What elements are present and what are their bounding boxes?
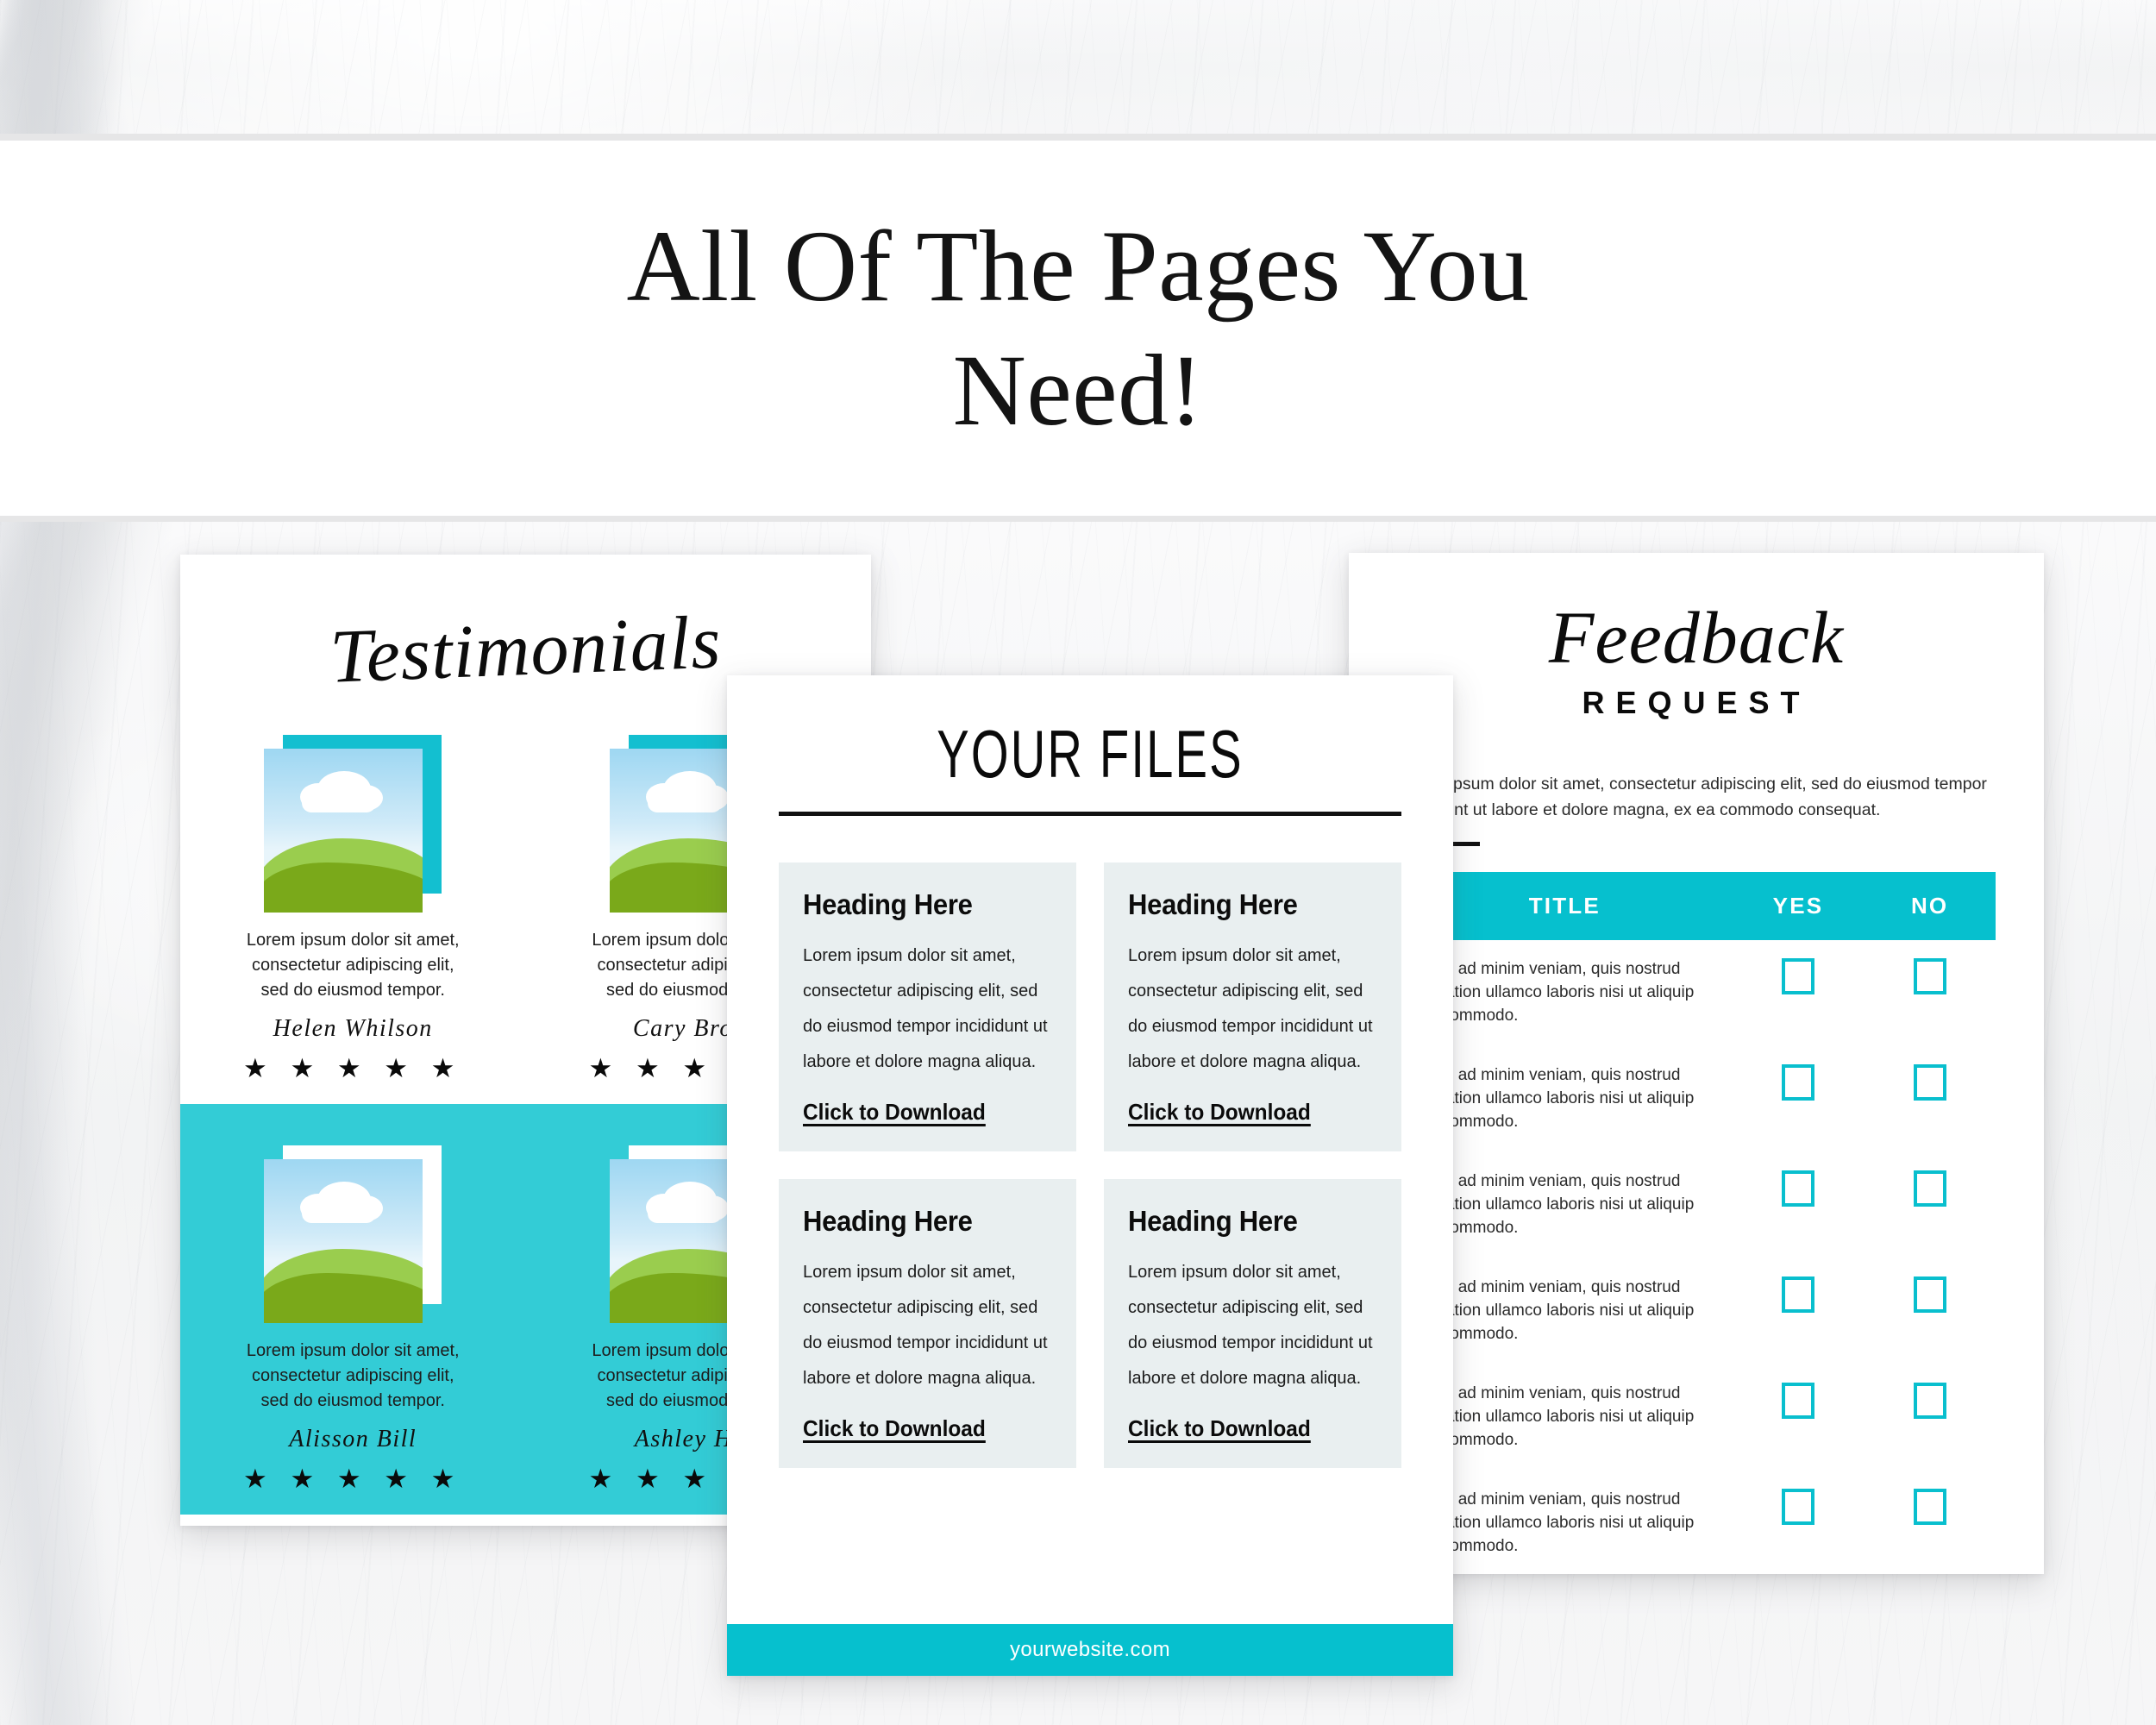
checkbox-yes[interactable] — [1781, 1383, 1814, 1420]
checkbox-yes[interactable] — [1781, 1170, 1814, 1208]
your-files-page[interactable]: YOUR FILES Heading Here Lorem ipsum dolo… — [727, 675, 1453, 1676]
title-section: All Of The Pages You Need! — [0, 141, 2156, 516]
file-card[interactable]: Heading Here Lorem ipsum dolor sit amet,… — [1104, 1179, 1401, 1468]
cell-no[interactable] — [1864, 940, 1996, 1046]
download-link[interactable]: Click to Download — [1128, 1099, 1311, 1126]
divider-top — [0, 134, 2156, 141]
checkbox-no[interactable] — [1913, 1383, 1946, 1420]
column-header-yes: YES — [1772, 893, 1824, 919]
page-title-line-1: All Of The Pages You — [626, 209, 1530, 323]
page-title-line-2: Need! — [952, 333, 1204, 447]
file-card[interactable]: Heading Here Lorem ipsum dolor sit amet,… — [779, 862, 1076, 1151]
checkbox-no[interactable] — [1913, 958, 1946, 995]
cell-yes[interactable] — [1733, 1258, 1865, 1364]
files-grid: Heading Here Lorem ipsum dolor sit amet,… — [779, 862, 1401, 1468]
feedback-intro-paragraph: Lorem ipsum dolor sit amet, consectetur … — [1397, 775, 1987, 820]
testimonial-item[interactable]: Lorem ipsum dolor sit amet, consectetur … — [180, 1123, 526, 1515]
column-header-no: NO — [1910, 893, 1949, 919]
cell-yes[interactable] — [1733, 940, 1865, 1046]
checkbox-yes[interactable] — [1781, 958, 1814, 995]
file-card-body: Lorem ipsum dolor sit amet, consectetur … — [803, 946, 1048, 1071]
file-card-heading: Heading Here — [1128, 1205, 1298, 1237]
table-row: Ut enim ad minim veniam, quis nostrud ex… — [1397, 1152, 1996, 1258]
feedback-sub-title: REQUEST — [1582, 685, 1811, 720]
testimonial-item[interactable]: Lorem ipsum dolor sit amet, consectetur … — [180, 712, 526, 1104]
testimonial-author: Alisson Bill — [289, 1426, 417, 1452]
download-link[interactable]: Click to Download — [1128, 1415, 1311, 1442]
checkbox-no[interactable] — [1913, 1276, 1946, 1314]
testimonial-quote: Lorem ipsum dolor sit amet, consectetur … — [246, 1341, 460, 1410]
checkbox-yes[interactable] — [1781, 1488, 1814, 1525]
files-title: YOUR FILES — [937, 716, 1244, 792]
table-row: Ut enim ad minim veniam, quis nostrud ex… — [1397, 1364, 1996, 1471]
cell-no[interactable] — [1864, 1258, 1996, 1364]
cell-yes[interactable] — [1733, 1364, 1865, 1471]
cell-yes[interactable] — [1733, 1152, 1865, 1258]
testimonial-photo — [264, 1145, 442, 1323]
cell-yes[interactable] — [1733, 1046, 1865, 1152]
download-link[interactable]: Click to Download — [803, 1099, 986, 1126]
file-card-body: Lorem ipsum dolor sit amet, consectetur … — [1128, 946, 1373, 1071]
file-card[interactable]: Heading Here Lorem ipsum dolor sit amet,… — [1104, 862, 1401, 1151]
download-link[interactable]: Click to Download — [803, 1415, 986, 1442]
file-card-body: Lorem ipsum dolor sit amet, consectetur … — [803, 1263, 1048, 1388]
file-card-body: Lorem ipsum dolor sit amet, consectetur … — [1128, 1263, 1373, 1388]
divider-bottom — [0, 516, 2156, 522]
feedback-table: TITLE YES NO Ut enim ad minim veniam, qu… — [1397, 872, 1996, 1574]
landscape-image — [264, 1159, 423, 1323]
files-footer: yourwebsite.com — [727, 1624, 1453, 1676]
marble-background-top — [0, 0, 2156, 134]
table-row: Ut enim ad minim veniam, quis nostrud ex… — [1397, 1046, 1996, 1152]
cell-no[interactable] — [1864, 1046, 1996, 1152]
star-rating: ★ ★ ★ ★ ★ — [243, 1053, 463, 1083]
checkbox-no[interactable] — [1913, 1064, 1946, 1101]
feedback-script-title: Feedback — [1548, 596, 1845, 679]
cell-yes[interactable] — [1733, 1471, 1865, 1574]
file-card[interactable]: Heading Here Lorem ipsum dolor sit amet,… — [779, 1179, 1076, 1468]
checkbox-yes[interactable] — [1781, 1064, 1814, 1101]
table-row: Ut enim ad minim veniam, quis nostrud ex… — [1397, 1471, 1996, 1574]
files-content: YOUR FILES Heading Here Lorem ipsum dolo… — [727, 675, 1453, 1468]
hill-dark-shape — [264, 1273, 423, 1323]
cell-no[interactable] — [1864, 1471, 1996, 1574]
file-card-heading: Heading Here — [1128, 888, 1298, 920]
testimonial-photo — [264, 735, 442, 913]
cell-no[interactable] — [1864, 1364, 1996, 1471]
cloud-icon — [302, 1204, 377, 1223]
table-row: Ut enim ad minim veniam, quis nostrud ex… — [1397, 940, 1996, 1046]
hill-dark-shape — [264, 862, 423, 913]
footer-website-url: yourwebsite.com — [1009, 1638, 1171, 1661]
table-header-row: TITLE YES NO — [1397, 872, 1996, 941]
checkbox-no[interactable] — [1913, 1488, 1946, 1525]
table-row: Ut enim ad minim veniam, quis nostrud ex… — [1397, 1258, 1996, 1364]
cloud-icon — [647, 794, 722, 812]
file-card-heading: Heading Here — [803, 1205, 973, 1237]
page-title: All Of The Pages You Need! — [539, 204, 1617, 453]
cell-no[interactable] — [1864, 1152, 1996, 1258]
landscape-image — [264, 749, 423, 913]
file-card-heading: Heading Here — [803, 888, 973, 920]
testimonial-author: Helen Whilson — [273, 1015, 433, 1042]
cloud-icon — [647, 1204, 722, 1223]
checkbox-yes[interactable] — [1781, 1276, 1814, 1314]
star-rating: ★ ★ ★ ★ ★ — [243, 1464, 463, 1494]
testimonial-quote: Lorem ipsum dolor sit amet, consectetur … — [246, 931, 460, 1000]
files-rule — [779, 812, 1401, 816]
checkbox-no[interactable] — [1913, 1170, 1946, 1208]
cloud-icon — [302, 794, 377, 812]
